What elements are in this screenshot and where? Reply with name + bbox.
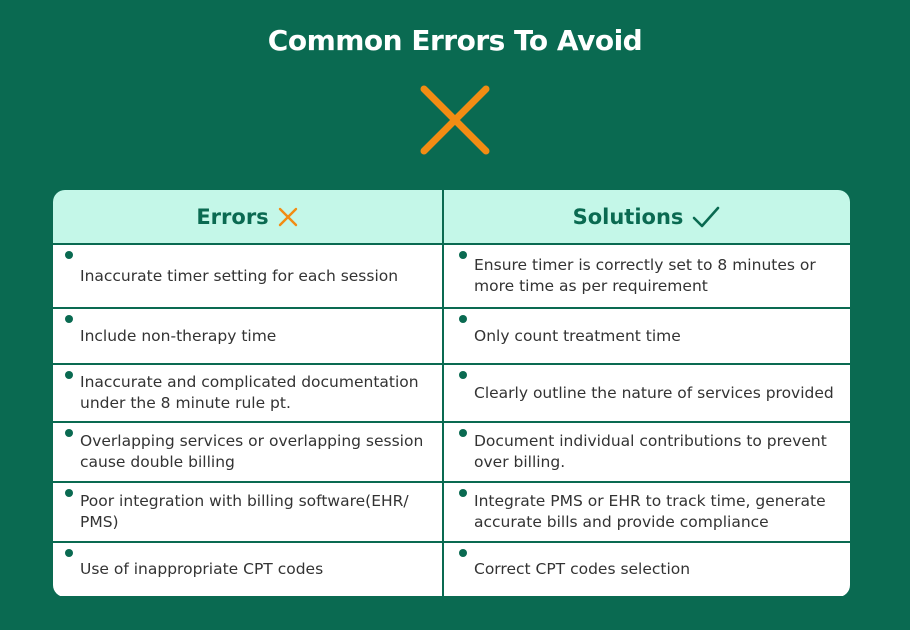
error-cell-text: Inaccurate and complicated documentation… [80,373,419,412]
error-cell-text: Inaccurate timer setting for each sessio… [80,266,399,285]
error-cell: Inaccurate and complicated documentation… [53,365,442,421]
bullet-icon [459,429,467,437]
x-icon [278,207,297,226]
solution-cell-text: Clearly outline the nature of services p… [474,383,834,402]
bullet-icon [65,315,73,323]
header-errors-label: Errors [196,204,269,229]
table-grid: Errors Solutions Inaccurate timer settin… [53,190,850,597]
error-cell-text: Use of inappropriate CPT codes [80,560,324,578]
bullet-icon [459,251,467,259]
bullet-icon [459,489,467,497]
error-cell: Overlapping services or overlapping sess… [53,423,442,481]
solution-cell: Ensure timer is correctly set to 8 minut… [444,245,850,307]
errors-solutions-table: Errors Solutions Inaccurate timer settin… [53,190,850,597]
solution-cell: Integrate PMS or EHR to track time, gene… [444,483,850,541]
header-solutions-label: Solutions [572,204,684,229]
solution-cell-text: Ensure timer is correctly set to 8 minut… [474,256,816,295]
x-icon [420,85,490,155]
solution-cell: Document individual contributions to pre… [444,423,850,481]
error-cell: Include non-therapy time [53,309,442,363]
solution-cell: Only count treatment time [444,309,850,363]
bullet-icon [459,315,467,323]
bullet-icon [65,371,73,379]
solution-cell: Correct CPT codes selection [444,543,850,596]
header-errors: Errors [53,190,442,243]
error-cell: Use of inappropriate CPT codes [53,543,442,596]
solution-cell-text: Correct CPT codes selection [474,560,691,578]
bullet-icon [65,549,73,557]
bullet-icon [459,549,467,557]
bullet-icon [65,489,73,497]
solution-cell-text: Integrate PMS or EHR to track time, gene… [474,492,826,531]
solution-cell-text: Only count treatment time [474,326,681,345]
check-icon [693,206,720,227]
bullet-icon [65,251,73,259]
solution-cell: Clearly outline the nature of services p… [444,365,850,421]
bullet-icon [459,371,467,379]
error-cell-text: Poor integration with billing software(E… [80,492,409,531]
header-solutions: Solutions [444,190,850,243]
error-cell-text: Overlapping services or overlapping sess… [80,432,424,471]
solution-cell-text: Document individual contributions to pre… [474,432,827,471]
error-cell: Inaccurate timer setting for each sessio… [53,245,442,307]
page-title: Common Errors To Avoid [267,24,643,57]
error-cell: Poor integration with billing software(E… [53,483,442,541]
bullet-icon [65,429,73,437]
error-cell-text: Include non-therapy time [80,326,277,345]
